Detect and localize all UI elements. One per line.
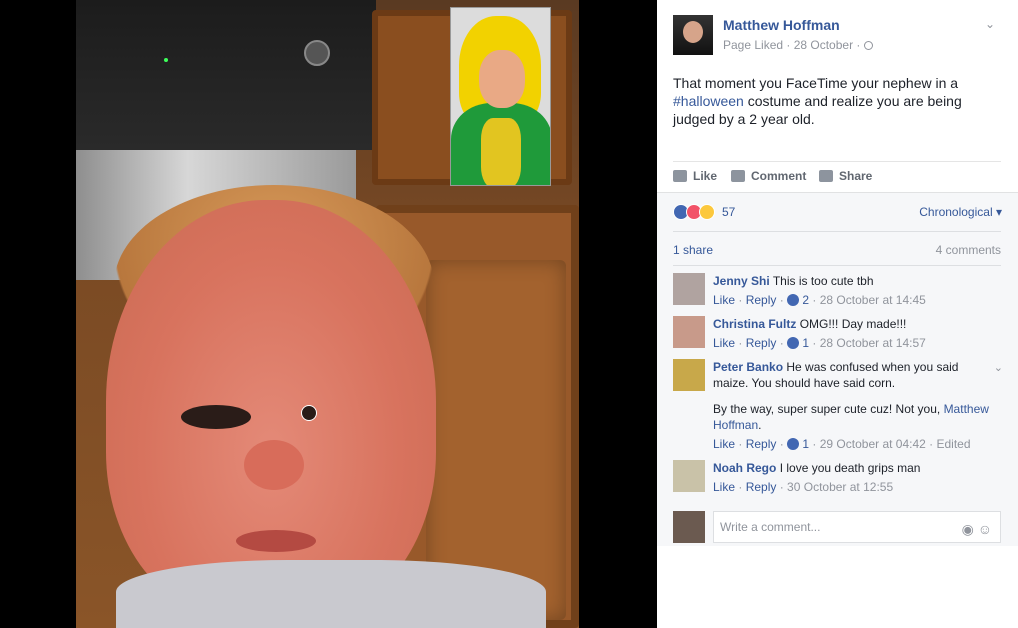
oven-knob — [304, 40, 330, 66]
comment-like-link[interactable]: Like — [713, 437, 735, 451]
comment-input-placeholder: Write a comment... — [720, 520, 821, 534]
share-button[interactable]: Share — [819, 169, 872, 183]
comment-body: Jenny Shi This is too cute tbh Like · Re… — [713, 273, 993, 308]
comment-like-count[interactable]: 2 — [802, 293, 809, 307]
comments-box: 57 Chronological ▾ 1 share 4 comments Je… — [657, 192, 1018, 546]
composer-icons: ◉ ☺ — [962, 521, 992, 538]
child-shirt — [116, 560, 546, 628]
child-mouth — [236, 530, 316, 552]
comment-actions: Like · Reply · 1 · 29 October at 04:42 ·… — [713, 437, 971, 451]
commenter-avatar[interactable] — [673, 316, 705, 348]
caret-down-icon: ▾ — [995, 205, 1002, 219]
comment-actions: Like · Reply · 1 · 28 October at 14:57 — [713, 336, 926, 350]
post-text: That moment you FaceTime your nephew in … — [673, 74, 1003, 128]
commenter-name[interactable]: Jenny Shi — [713, 274, 770, 288]
facetime-pip — [450, 7, 551, 186]
comment-text-second-end: . — [758, 418, 762, 432]
like-button[interactable]: Like — [673, 169, 717, 183]
comment-time[interactable]: 28 October at 14:45 — [820, 293, 926, 307]
hashtag-link[interactable]: #halloween — [673, 93, 744, 109]
smiley-icon[interactable]: ☺ — [978, 521, 992, 537]
author-avatar[interactable] — [673, 15, 713, 55]
commenter-avatar[interactable] — [673, 273, 705, 305]
comment-actions: Like · Reply · 30 October at 12:55 — [713, 480, 894, 494]
like-bubble-icon — [787, 337, 800, 349]
commenter-name[interactable]: Christina Fultz — [713, 317, 796, 331]
post-text-start: That moment you FaceTime your nephew in … — [673, 75, 959, 91]
comment-button[interactable]: Comment — [731, 169, 1018, 183]
child-eye-right — [301, 405, 317, 421]
comment-time[interactable]: 29 October at 04:42 — [820, 437, 926, 451]
comment-text-second-start: By the way, super super cute cuz! Not yo… — [713, 402, 944, 416]
like-bubble-icon — [787, 438, 800, 450]
comment-text: This is too cute tbh — [772, 274, 874, 288]
divider — [673, 231, 1001, 232]
share-label: Share — [839, 169, 873, 183]
speech-bubble-icon — [731, 170, 745, 182]
oven-top — [76, 0, 376, 150]
comment-like-link[interactable]: Like — [713, 480, 735, 494]
post-meta: Page Liked · 28 October · — [723, 38, 874, 52]
comment-like-count[interactable]: 1 — [802, 336, 809, 350]
man-face — [479, 50, 525, 108]
comment-count: 4 comments — [935, 243, 1001, 257]
edited-label[interactable]: Edited — [937, 437, 971, 451]
comment-text: OMG!!! Day made!!! — [799, 317, 907, 331]
child-eye-left — [181, 405, 251, 429]
corn-costume-cob — [481, 118, 521, 185]
comment-reply-link[interactable]: Reply — [746, 293, 777, 307]
comment-order-dropdown[interactable]: Chronological ▾ — [919, 205, 1002, 219]
comment-text-second: By the way, super super cute cuz! Not yo… — [713, 401, 993, 433]
comment-like-link[interactable]: Like — [713, 293, 735, 307]
comment-order-label: Chronological — [919, 205, 993, 219]
haha-reaction-icon — [699, 204, 715, 220]
share-count[interactable]: 1 share — [673, 243, 713, 257]
post-header: Matthew Hoffman Page Liked · 28 October … — [673, 15, 1003, 59]
comment-reply-link[interactable]: Reply — [746, 437, 777, 451]
divider — [673, 265, 1001, 266]
commenter-name[interactable]: Peter Banko — [713, 360, 783, 374]
like-bubble-icon — [787, 294, 800, 306]
comment-body: Noah Rego I love you death grips man Lik… — [713, 460, 993, 495]
photo-pane — [0, 0, 657, 628]
author-name[interactable]: Matthew Hoffman — [723, 17, 840, 33]
camera-icon[interactable]: ◉ — [962, 521, 974, 537]
comment-text: I love you death grips man — [779, 461, 921, 475]
comment-input[interactable]: Write a comment... ◉ ☺ — [713, 511, 1001, 543]
chevron-down-icon[interactable]: ⌄ — [994, 361, 1003, 374]
post-sidebar: Matthew Hoffman Page Liked · 28 October … — [657, 0, 1018, 628]
share-arrow-icon — [819, 170, 833, 182]
thumbs-up-icon — [673, 170, 687, 182]
reaction-count[interactable]: 57 — [722, 205, 735, 219]
commenter-avatar[interactable] — [673, 359, 705, 391]
post-actions: Like Comment Share — [673, 161, 1001, 191]
commenter-avatar[interactable] — [673, 460, 705, 492]
globe-icon — [864, 41, 874, 50]
comment-time[interactable]: 30 October at 12:55 — [787, 480, 893, 494]
facetime-photo[interactable] — [76, 0, 579, 628]
child-face — [106, 200, 436, 620]
comment-reply-link[interactable]: Reply — [746, 336, 777, 350]
reactions-summary[interactable]: 57 — [673, 204, 735, 220]
comment-time[interactable]: 28 October at 14:57 — [820, 336, 926, 350]
comment-label: Comment — [751, 169, 807, 183]
comment-like-count[interactable]: 1 — [802, 437, 809, 451]
like-label: Like — [693, 169, 718, 183]
post-meta-text: Page Liked · 28 October · — [723, 38, 861, 52]
oven-led — [164, 58, 168, 62]
comment-reply-link[interactable]: Reply — [746, 480, 777, 494]
child-nose — [244, 440, 304, 490]
comment-actions: Like · Reply · 2 · 28 October at 14:45 — [713, 293, 926, 307]
comment-composer: Write a comment... ◉ ☺ — [673, 509, 1003, 543]
comment-like-link[interactable]: Like — [713, 336, 735, 350]
comment-body: Peter Banko He was confused when you sai… — [713, 359, 993, 452]
viewer-avatar — [673, 511, 705, 543]
photo-viewer: Matthew Hoffman Page Liked · 28 October … — [0, 0, 1018, 628]
comment-body: Christina Fultz OMG!!! Day made!!! Like … — [713, 316, 993, 351]
commenter-name[interactable]: Noah Rego — [713, 461, 776, 475]
chevron-down-icon[interactable]: ⌄ — [983, 17, 997, 31]
